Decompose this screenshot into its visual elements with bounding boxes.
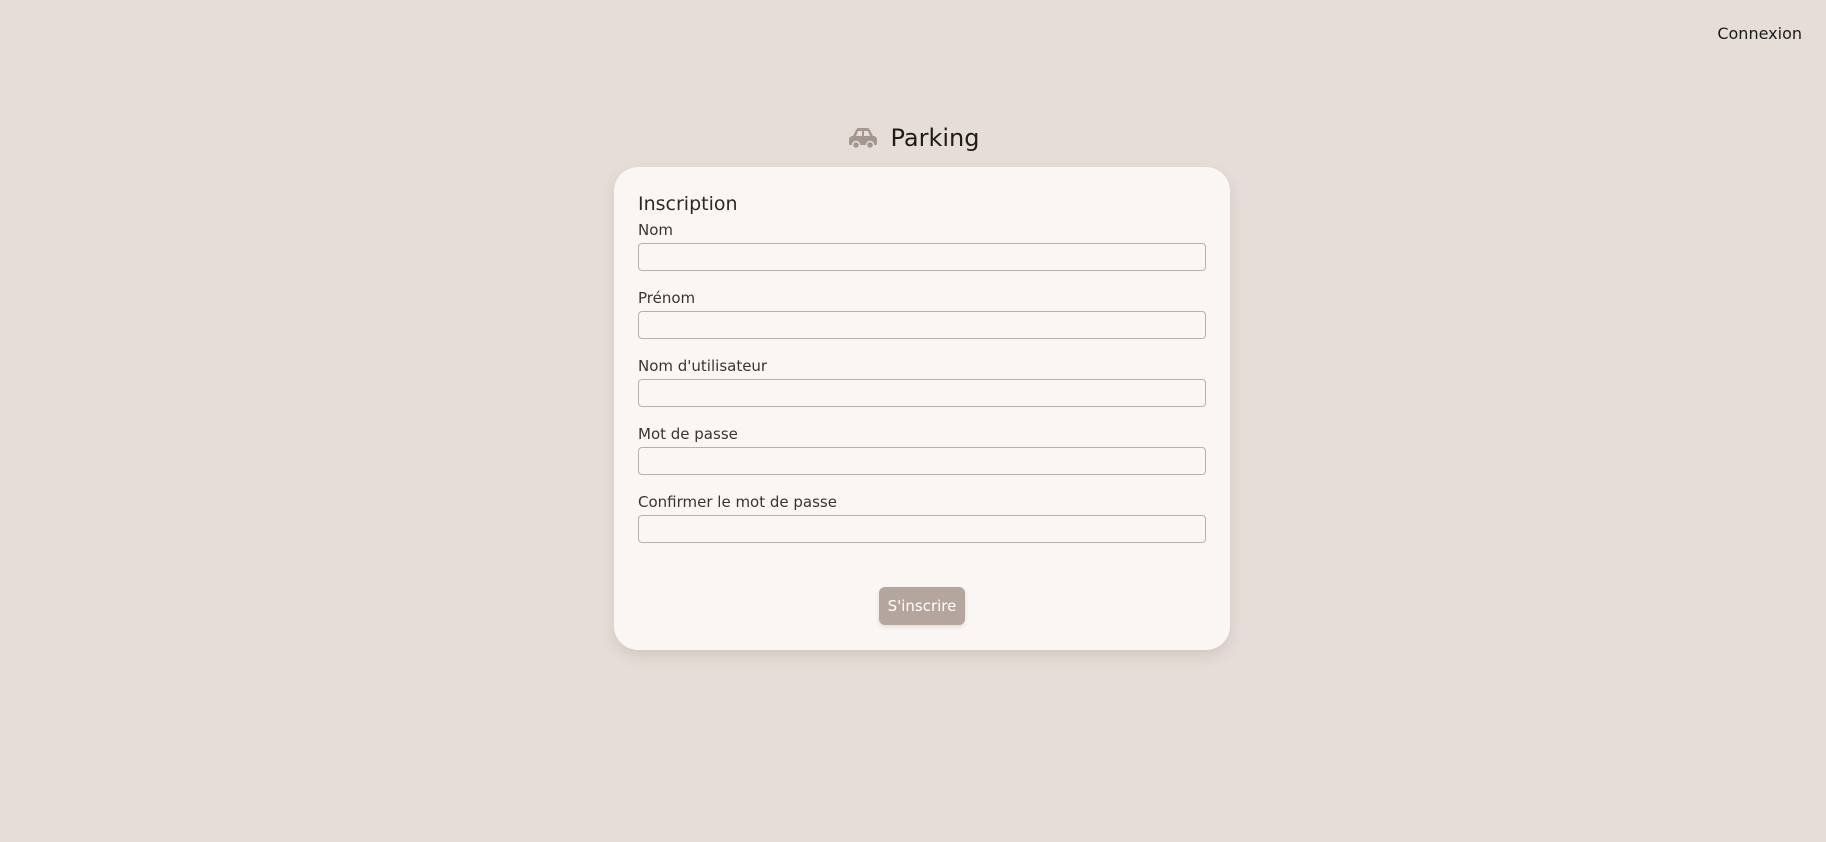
brand-header: Parking	[0, 124, 1826, 152]
car-icon	[847, 126, 879, 150]
top-bar: Connexion	[0, 0, 1826, 70]
submit-container: S'inscrire	[614, 587, 1230, 625]
field-label: Prénom	[638, 289, 696, 307]
password-input[interactable]	[638, 447, 1206, 475]
login-link[interactable]: Connexion	[1717, 24, 1802, 43]
field-label: Mot de passe	[638, 425, 738, 443]
field-username: Nom d'utilisateur	[638, 357, 1206, 407]
form-title: Inscription	[638, 193, 738, 215]
prenom-input[interactable]	[638, 311, 1206, 339]
username-input[interactable]	[638, 379, 1206, 407]
signup-button[interactable]: S'inscrire	[878, 587, 966, 625]
field-prenom: Prénom	[638, 289, 1206, 339]
nom-input[interactable]	[638, 243, 1206, 271]
field-confirm-password: Confirmer le mot de passe	[638, 493, 1206, 543]
app-title: Parking	[890, 124, 980, 152]
signup-card: Inscription Nom Prénom Nom d'utilisateur…	[614, 167, 1230, 650]
field-password: Mot de passe	[638, 425, 1206, 475]
field-label: Nom	[638, 221, 674, 239]
field-nom: Nom	[638, 221, 1206, 271]
field-label: Confirmer le mot de passe	[638, 493, 837, 511]
field-label: Nom d'utilisateur	[638, 357, 768, 375]
confirm-password-input[interactable]	[638, 515, 1206, 543]
